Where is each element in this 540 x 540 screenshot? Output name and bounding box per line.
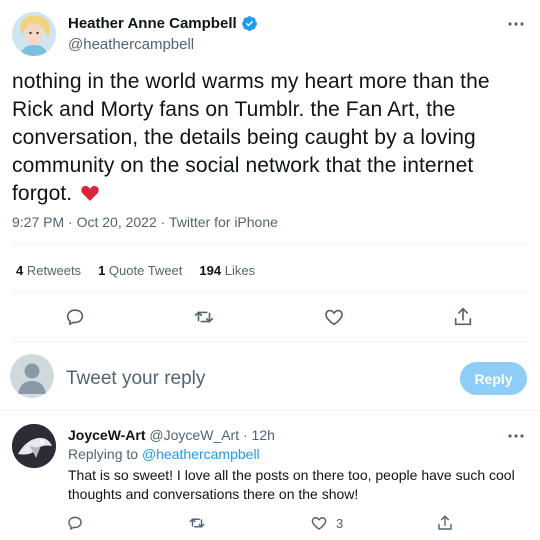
divider bbox=[12, 341, 528, 342]
reply-button[interactable]: Reply bbox=[460, 362, 527, 395]
reply-more-options-icon[interactable] bbox=[506, 428, 526, 444]
reply-header: JoyceW-Art @JoyceW_Art · 12h bbox=[68, 427, 275, 443]
retweets-label: Retweets bbox=[26, 263, 82, 278]
meta-separator-2: · bbox=[160, 214, 169, 230]
tweet-text: nothing in the world warms my heart more… bbox=[12, 68, 512, 208]
author-name[interactable]: Heather Anne Campbell bbox=[68, 15, 258, 32]
replying-to: Replying to @heathercampbell bbox=[68, 446, 260, 462]
share-icon[interactable] bbox=[452, 306, 474, 328]
reply-author-handle[interactable]: @JoyceW_Art bbox=[149, 427, 239, 443]
quotes-stat[interactable]: 1 Quote Tweet bbox=[98, 263, 182, 278]
divider bbox=[12, 244, 528, 245]
divider bbox=[12, 292, 528, 293]
tweet-actions bbox=[0, 296, 540, 340]
verified-badge-icon bbox=[241, 16, 257, 31]
author-name-text[interactable]: Heather Anne Campbell bbox=[68, 15, 237, 32]
retweets-stat[interactable]: 4 Retweets bbox=[16, 263, 81, 278]
reply-tweet[interactable]: JoyceW-Art @JoyceW_Art · 12h Replying to… bbox=[0, 410, 540, 540]
tweet-date[interactable]: Oct 20, 2022 bbox=[77, 214, 157, 230]
tweet-source[interactable]: Twitter for iPhone bbox=[169, 214, 278, 230]
retweet-icon[interactable] bbox=[193, 306, 215, 328]
retweets-count: 4 bbox=[16, 263, 24, 278]
reply-composer: Tweet your reply Reply bbox=[0, 344, 540, 404]
quotes-count: 1 bbox=[98, 263, 106, 278]
replying-to-prefix: Replying to bbox=[68, 446, 139, 462]
reply-actions: 3 bbox=[0, 510, 540, 538]
quotes-label: Quote Tweet bbox=[108, 263, 183, 278]
meta-separator-1: · bbox=[68, 214, 77, 230]
reply-share-icon[interactable] bbox=[436, 514, 454, 532]
reply-author-name[interactable]: JoyceW-Art bbox=[68, 427, 146, 443]
replying-to-link[interactable]: @heathercampbell bbox=[142, 446, 260, 462]
tweet-meta: 9:27 PM · Oct 20, 2022 · Twitter for iPh… bbox=[12, 214, 278, 230]
red-heart-emoji-icon bbox=[81, 186, 99, 201]
reply-author-avatar[interactable] bbox=[12, 424, 56, 468]
more-options-icon[interactable] bbox=[506, 16, 526, 32]
reply-icon[interactable] bbox=[64, 306, 86, 328]
author-handle[interactable]: @heathercampbell bbox=[68, 36, 194, 53]
reply-age[interactable]: 12h bbox=[252, 427, 275, 443]
user-avatar[interactable] bbox=[10, 354, 54, 398]
reply-separator: · bbox=[242, 427, 248, 443]
reply-input[interactable]: Tweet your reply bbox=[66, 368, 205, 390]
likes-stat[interactable]: 194 Likes bbox=[199, 263, 255, 278]
reply-like-icon[interactable] bbox=[310, 514, 328, 532]
likes-count: 194 bbox=[199, 263, 222, 278]
like-icon[interactable] bbox=[323, 306, 345, 328]
reply-retweet-icon[interactable] bbox=[188, 514, 206, 532]
reply-reply-icon[interactable] bbox=[66, 514, 84, 532]
author-avatar[interactable] bbox=[12, 12, 56, 56]
reply-like-count: 3 bbox=[336, 516, 344, 531]
tweet-stats: 4 Retweets 1 Quote Tweet 194 Likes bbox=[16, 263, 272, 278]
tweet-time[interactable]: 9:27 PM bbox=[12, 214, 64, 230]
reply-text: That is so sweet! I love all the posts o… bbox=[68, 467, 515, 502]
likes-label: Likes bbox=[224, 263, 256, 278]
